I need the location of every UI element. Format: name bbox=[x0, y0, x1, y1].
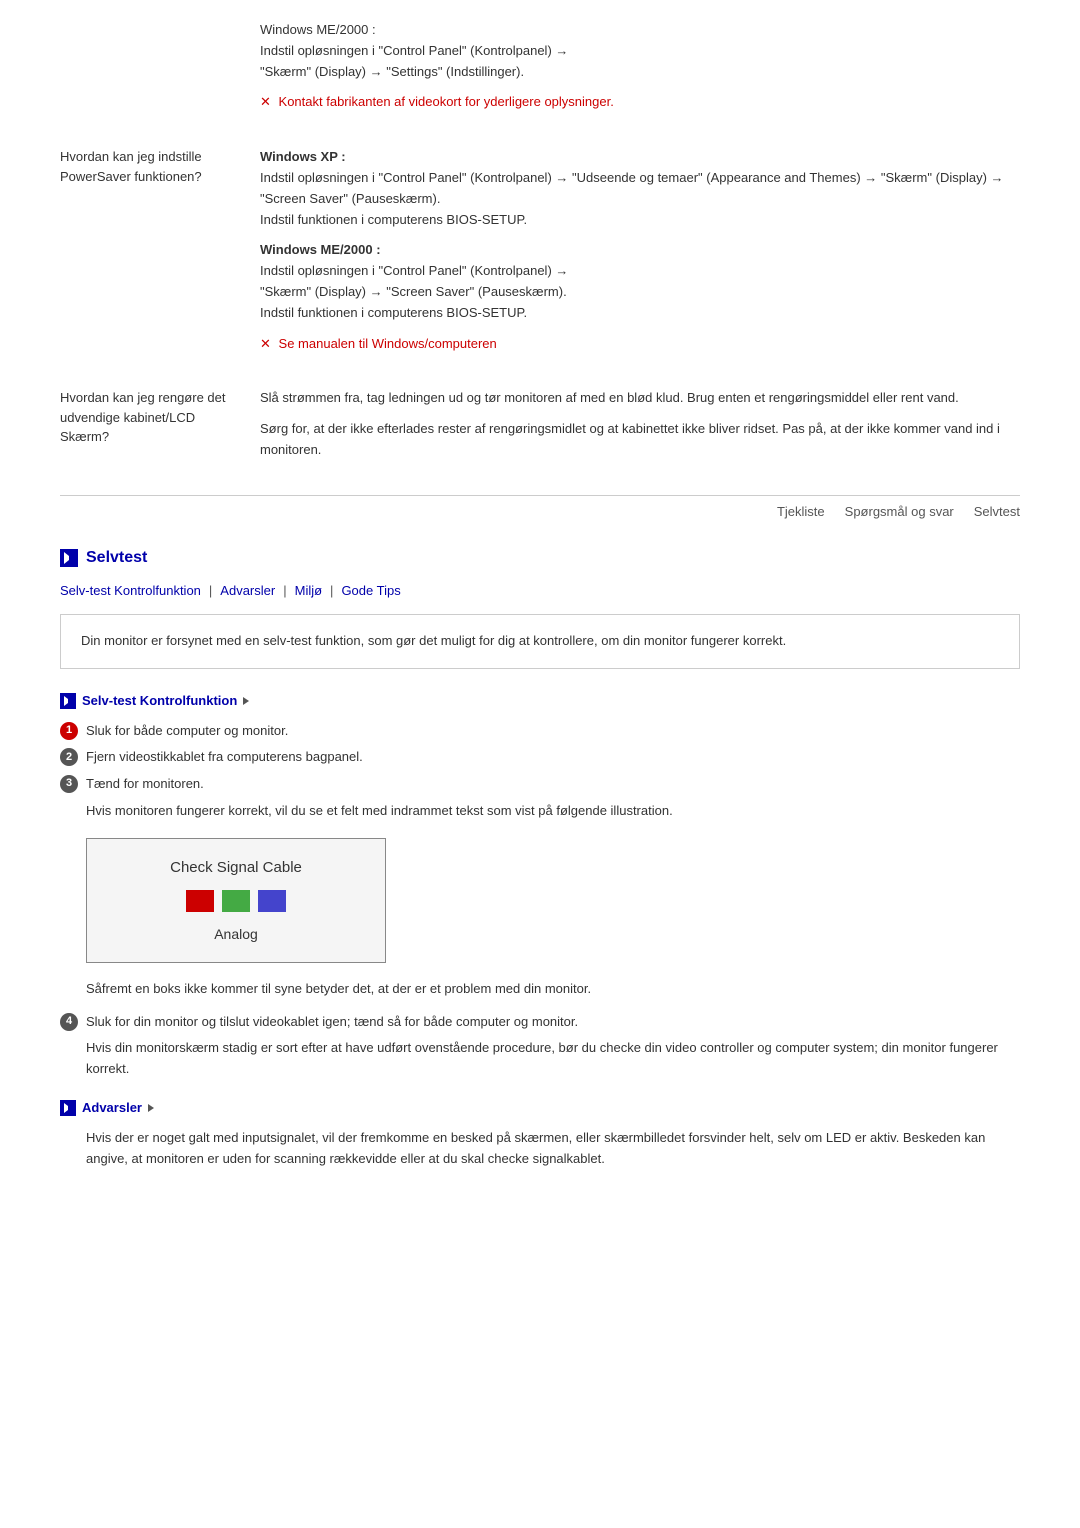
windows-me-title: Windows ME/2000 : bbox=[260, 22, 376, 37]
subnav-advarsler[interactable]: Advarsler bbox=[220, 583, 275, 598]
after-step3-text: Hvis monitoren fungerer korrekt, vil du … bbox=[86, 801, 1020, 822]
faq-row-top: Windows ME/2000 : Indstil opløsningen i … bbox=[60, 20, 1020, 123]
step-num-2: 2 bbox=[60, 748, 78, 766]
separator-1: | bbox=[209, 583, 212, 598]
step-2: 2 Fjern videostikkablet fra computerens … bbox=[60, 747, 1020, 768]
selvtest-title: Selvtest bbox=[86, 549, 147, 567]
x-mark-icon: ✕ bbox=[260, 94, 271, 109]
winxp-title: Windows XP : bbox=[260, 149, 346, 164]
signal-illustration: Check Signal Cable Analog bbox=[86, 838, 386, 963]
arrow-icon-advarsler bbox=[64, 1103, 72, 1113]
faq-question-rengore: Hvordan kan jeg rengøre det udvendige ka… bbox=[60, 388, 260, 470]
nav-selvtest[interactable]: Selvtest bbox=[974, 504, 1020, 519]
faq-row-powersaver: Hvordan kan jeg indstille PowerSaver fun… bbox=[60, 147, 1020, 364]
advarsler-header: Advarsler bbox=[60, 1100, 1020, 1116]
after-box-text: Såfremt en boks ikke kommer til syne bet… bbox=[86, 979, 1020, 1000]
square-blue bbox=[258, 890, 286, 912]
sub-nav: Selv-test Kontrolfunktion | Advarsler | … bbox=[60, 583, 1020, 598]
step-text-4: Sluk for din monitor og tilslut videokab… bbox=[86, 1012, 1020, 1033]
step-text-1: Sluk for både computer og monitor. bbox=[86, 721, 1020, 742]
videokort-link[interactable]: Kontakt fabrikanten af videokort for yde… bbox=[279, 94, 614, 109]
selvtest-icon bbox=[60, 549, 78, 567]
selvtest-section: Selvtest Selv-test Kontrolfunktion | Adv… bbox=[60, 549, 1020, 1170]
separator-2: | bbox=[283, 583, 286, 598]
separator-3: | bbox=[330, 583, 333, 598]
winme2-title: Windows ME/2000 : bbox=[260, 242, 381, 257]
signal-cable-text: Check Signal Cable bbox=[170, 859, 302, 876]
after-step4-text: Hvis din monitorskærm stadig er sort eft… bbox=[86, 1038, 1020, 1080]
subnav-miljo[interactable]: Miljø bbox=[295, 583, 322, 598]
faq-answer-rengore: Slå strømmen fra, tag ledningen ud og tø… bbox=[260, 388, 1020, 470]
step-1: 1 Sluk for både computer og monitor. bbox=[60, 721, 1020, 742]
windows-manual-link[interactable]: Se manualen til Windows/computeren bbox=[279, 336, 497, 351]
advarsler-icon bbox=[60, 1100, 76, 1116]
faq-section: Windows ME/2000 : Indstil opløsningen i … bbox=[60, 20, 1020, 471]
arrow-icon bbox=[64, 552, 74, 564]
square-red bbox=[186, 890, 214, 912]
kontrolfunktion-header: Selv-test Kontrolfunktion bbox=[60, 693, 1020, 709]
faq-row-rengore: Hvordan kan jeg rengøre det udvendige ka… bbox=[60, 388, 1020, 470]
nav-spoergsmaal[interactable]: Spørgsmål og svar bbox=[845, 504, 954, 519]
windows-me-text: Indstil opløsningen i "Control Panel" (K… bbox=[260, 43, 568, 79]
rengore-text2: Sørg for, at der ikke efterlades rester … bbox=[260, 419, 1020, 461]
kontrolfunktion-icon bbox=[60, 693, 76, 709]
faq-question-powersaver: Hvordan kan jeg indstille PowerSaver fun… bbox=[60, 147, 260, 364]
step-4: 4 Sluk for din monitor og tilslut videok… bbox=[60, 1012, 1020, 1033]
signal-analog-text: Analog bbox=[214, 926, 258, 942]
info-box: Din monitor er forsynet med en selv-test… bbox=[60, 614, 1020, 669]
step-num-1: 1 bbox=[60, 722, 78, 740]
step-num-3: 3 bbox=[60, 775, 78, 793]
advarsler-text: Hvis der er noget galt med inputsignalet… bbox=[86, 1128, 1020, 1170]
faq-question-empty bbox=[60, 20, 260, 123]
info-box-text: Din monitor er forsynet med en selv-test… bbox=[81, 633, 786, 648]
arrow-icon-small bbox=[64, 696, 72, 706]
nav-bar: Tjekliste Spørgsmål og svar Selvtest bbox=[60, 495, 1020, 519]
step-text-3: Tænd for monitoren. bbox=[86, 774, 1020, 795]
triangle-icon bbox=[243, 697, 249, 705]
step-text-2: Fjern videostikkablet fra computerens ba… bbox=[86, 747, 1020, 768]
x-mark-icon-2: ✕ bbox=[260, 336, 271, 351]
page-wrapper: Windows ME/2000 : Indstil opløsningen i … bbox=[0, 0, 1080, 1222]
selvtest-header: Selvtest bbox=[60, 549, 1020, 567]
kontrolfunktion-title: Selv-test Kontrolfunktion bbox=[82, 693, 237, 708]
step-num-4: 4 bbox=[60, 1013, 78, 1031]
advarsler-section: Advarsler Hvis der er noget galt med inp… bbox=[60, 1100, 1020, 1170]
subnav-gode-tips[interactable]: Gode Tips bbox=[341, 583, 400, 598]
step-3: 3 Tænd for monitoren. bbox=[60, 774, 1020, 795]
rengore-text1: Slå strømmen fra, tag ledningen ud og tø… bbox=[260, 388, 1020, 409]
triangle-icon-advarsler bbox=[148, 1104, 154, 1112]
winxp-text: Indstil opløsningen i "Control Panel" (K… bbox=[260, 170, 1004, 227]
signal-squares bbox=[186, 890, 286, 912]
advarsler-title: Advarsler bbox=[82, 1100, 142, 1115]
subnav-kontrolfunktion[interactable]: Selv-test Kontrolfunktion bbox=[60, 583, 201, 598]
square-green bbox=[222, 890, 250, 912]
faq-answer-powersaver: Windows XP : Indstil opløsningen i "Cont… bbox=[260, 147, 1020, 364]
faq-answer-top: Windows ME/2000 : Indstil opløsningen i … bbox=[260, 20, 1020, 123]
winme2-text: Indstil opløsningen i "Control Panel" (K… bbox=[260, 263, 568, 320]
nav-tjekliste[interactable]: Tjekliste bbox=[777, 504, 825, 519]
